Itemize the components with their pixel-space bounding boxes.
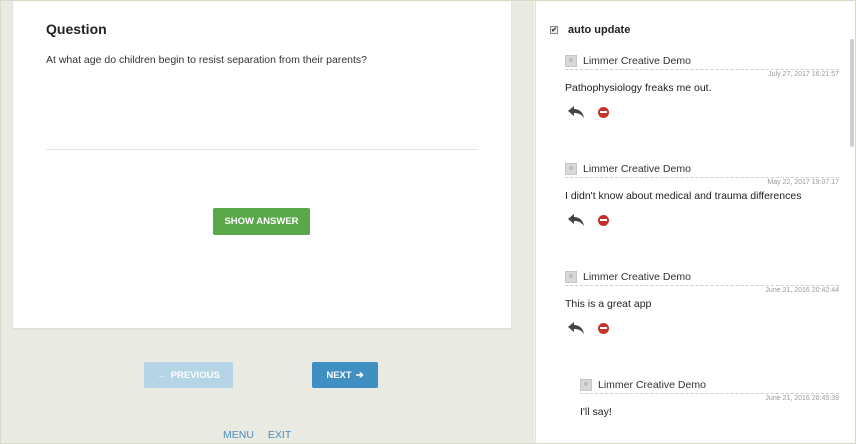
footer-links: MENU EXIT: [223, 429, 291, 441]
comments-panel: ✔ auto update Limmer Creative Demo July …: [535, 1, 855, 443]
arrow-left-icon: ←: [157, 369, 167, 381]
next-label: NEXT: [326, 369, 352, 381]
menu-link[interactable]: MENU: [223, 429, 254, 441]
show-answer-button[interactable]: SHOW ANSWER: [213, 208, 310, 235]
divider: [46, 149, 478, 150]
avatar: [565, 271, 577, 283]
question-text: At what age do children begin to resist …: [46, 54, 368, 66]
auto-update-label: auto update: [568, 24, 631, 36]
comment-author: Limmer Creative Demo: [583, 55, 691, 67]
delete-icon[interactable]: [598, 214, 609, 226]
comment-date: June 21, 2016 20:45:39: [765, 395, 839, 402]
comment-header: Limmer Creative Demo: [565, 55, 839, 70]
comment-date: July 27, 2017 16:21:57: [768, 71, 839, 78]
comment-date: June 21, 2016 20:42:44: [765, 287, 839, 294]
question-area: Question At what age do children begin t…: [1, 1, 534, 443]
comment-text: I didn't know about medical and trauma d…: [565, 190, 802, 202]
previous-button[interactable]: ← PREVIOUS: [144, 362, 233, 388]
delete-icon[interactable]: [598, 106, 609, 118]
question-card: Question At what age do children begin t…: [13, 1, 511, 328]
scrollbar[interactable]: [850, 39, 854, 147]
arrow-right-icon: ➔: [355, 369, 364, 381]
comment-text: This is a great app: [565, 298, 652, 310]
comment-item: Limmer Creative Demo June 21, 2016 20:42…: [565, 271, 839, 334]
comment-author: Limmer Creative Demo: [583, 163, 691, 175]
comment-actions: [565, 106, 839, 118]
comment-actions: [565, 322, 839, 334]
comment-header: Limmer Creative Demo: [580, 379, 839, 394]
previous-label: PREVIOUS: [170, 369, 220, 381]
comment-header: Limmer Creative Demo: [565, 271, 839, 286]
auto-update-toggle[interactable]: ✔ auto update: [550, 24, 630, 36]
question-heading: Question: [46, 21, 107, 37]
delete-icon[interactable]: [598, 322, 609, 334]
reply-icon[interactable]: [568, 322, 584, 334]
reply-icon[interactable]: [568, 106, 584, 118]
comment-author: Limmer Creative Demo: [583, 271, 691, 283]
comment-item: Limmer Creative Demo July 27, 2017 16:21…: [565, 55, 839, 118]
avatar: [580, 379, 592, 391]
reply-comment-item: Limmer Creative Demo June 21, 2016 20:45…: [580, 379, 839, 418]
comment-text: Pathophysiology freaks me out.: [565, 82, 712, 94]
comment-author: Limmer Creative Demo: [598, 379, 706, 391]
comment-item: Limmer Creative Demo May 22, 2017 19:07:…: [565, 163, 839, 226]
comment-header: Limmer Creative Demo: [565, 163, 839, 178]
avatar: [565, 163, 577, 175]
comment-text: I'll say!: [580, 406, 612, 418]
next-button[interactable]: NEXT ➔: [312, 362, 378, 388]
reply-icon[interactable]: [568, 214, 584, 226]
comment-date: May 22, 2017 19:07:17: [767, 179, 839, 186]
exit-link[interactable]: EXIT: [268, 429, 291, 441]
auto-update-checkbox[interactable]: ✔: [550, 26, 558, 34]
comment-actions: [565, 214, 839, 226]
avatar: [565, 55, 577, 67]
